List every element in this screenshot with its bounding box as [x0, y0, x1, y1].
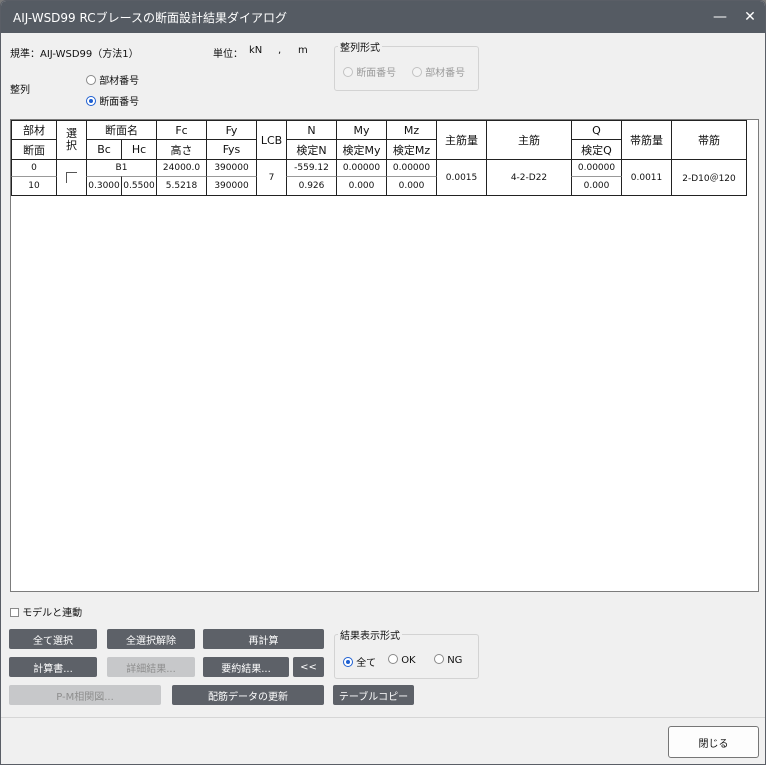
recalculate-button[interactable]: 再計算: [203, 629, 324, 649]
cell-hoop[interactable]: 2-D10＠120: [671, 159, 747, 196]
cell-bc[interactable]: 0.3000: [86, 176, 122, 196]
details-button[interactable]: 詳細結果...: [107, 657, 195, 677]
format-option-member-label: 部材番号: [425, 68, 466, 79]
header-fys[interactable]: Fys: [206, 139, 257, 160]
radio-selected-icon: [343, 657, 353, 667]
unit-force: kN: [249, 45, 263, 56]
pm-diagram-button[interactable]: P-M相関図...: [9, 685, 161, 705]
sort-label: 整列: [10, 85, 30, 96]
radio-icon: [388, 654, 398, 664]
radio-icon: [434, 654, 444, 664]
sort-format-title: 整列形式: [338, 39, 382, 54]
cell-hc[interactable]: 0.5500: [121, 176, 157, 196]
cell-hoop-ratio[interactable]: 0.0011: [621, 159, 672, 196]
filter-option-ok[interactable]: OK: [388, 654, 416, 666]
summary-button[interactable]: 要約結果...: [203, 657, 289, 677]
cell-section-name[interactable]: B1: [86, 159, 157, 177]
format-option-member[interactable]: 部材番号: [412, 64, 465, 79]
collapse-button[interactable]: <<: [293, 657, 324, 677]
minimize-icon[interactable]: —: [710, 7, 730, 27]
cell-my[interactable]: 0.00000: [336, 159, 387, 177]
radio-icon: [343, 67, 353, 77]
cell-check-q[interactable]: 0.000: [571, 176, 622, 196]
header-q[interactable]: Q: [571, 120, 622, 140]
unit-length: m: [298, 45, 308, 56]
header-section-name[interactable]: 断面名: [86, 120, 157, 140]
header-mz[interactable]: Mz: [386, 120, 437, 140]
header-main-rebar[interactable]: 主筋: [486, 120, 572, 160]
update-rebar-button[interactable]: 配筋データの更新: [172, 685, 324, 705]
header-check-mz[interactable]: 検定Mz: [386, 139, 437, 160]
header-lcb[interactable]: LCB: [256, 120, 287, 160]
cell-lcb[interactable]: 7: [256, 159, 287, 196]
radio-selected-icon: [86, 96, 96, 106]
header-fy[interactable]: Fy: [206, 120, 257, 140]
checkbox-icon: [10, 608, 19, 617]
standard-label: 規準：AIJ-WSD99（方法1）: [10, 49, 139, 60]
cell-member[interactable]: 0: [11, 159, 57, 177]
header-my[interactable]: My: [336, 120, 387, 140]
header-section[interactable]: 断面: [11, 139, 57, 160]
cell-check-n[interactable]: 0.926: [286, 176, 337, 196]
cell-fy[interactable]: 390000: [206, 159, 257, 177]
cell-main-rebar-ratio[interactable]: 0.0015: [436, 159, 487, 196]
header-check-q[interactable]: 検定Q: [571, 139, 622, 160]
header-fc[interactable]: Fc: [156, 120, 207, 140]
header-height[interactable]: 高さ: [156, 139, 207, 160]
cell-check-my[interactable]: 0.000: [336, 176, 387, 196]
cell-main-rebar[interactable]: 4-2-D22: [486, 159, 572, 196]
filter-option-all[interactable]: 全て: [343, 654, 376, 669]
header-main-rebar-ratio[interactable]: 主筋量: [436, 120, 487, 160]
unit-label: 単位：: [213, 49, 243, 60]
radio-icon: [86, 75, 96, 85]
dialog-window: AIJ-WSD99 RCブレースの断面設計結果ダイアログ — ✕ 規準：AIJ-…: [0, 0, 766, 765]
cell-q[interactable]: 0.00000: [571, 159, 622, 177]
header-check-n[interactable]: 検定N: [286, 139, 337, 160]
unit-separator: ,: [278, 45, 282, 56]
link-model-label: モデルと連動: [22, 608, 83, 619]
report-button[interactable]: 計算書...: [9, 657, 97, 677]
header-check-my[interactable]: 検定My: [336, 139, 387, 160]
filter-option-ok-label: OK: [401, 655, 416, 666]
title-bar[interactable]: AIJ-WSD99 RCブレースの断面設計結果ダイアログ — ✕: [1, 1, 765, 33]
filter-option-ng[interactable]: NG: [434, 654, 462, 666]
copy-table-button[interactable]: テーブルコピー: [333, 685, 414, 705]
header-n[interactable]: N: [286, 120, 337, 140]
radio-icon: [412, 67, 422, 77]
filter-option-ng-label: NG: [447, 655, 463, 666]
select-checkbox[interactable]: [66, 172, 77, 183]
cell-mz[interactable]: 0.00000: [386, 159, 437, 177]
cell-height[interactable]: 5.5218: [156, 176, 207, 196]
header-hoop[interactable]: 帯筋: [671, 120, 747, 160]
format-option-section[interactable]: 断面番号: [343, 64, 396, 79]
close-icon[interactable]: ✕: [740, 7, 760, 27]
sort-option-section[interactable]: 断面番号: [86, 93, 139, 108]
window-title: AIJ-WSD99 RCブレースの断面設計結果ダイアログ: [13, 11, 288, 25]
header-bc[interactable]: Bc: [86, 139, 122, 160]
header-select[interactable]: 選 択: [56, 120, 87, 160]
sort-option-member-label: 部材番号: [99, 76, 140, 87]
filter-option-all-label: 全て: [356, 658, 377, 669]
sort-option-member[interactable]: 部材番号: [86, 72, 139, 87]
select-all-button[interactable]: 全て選択: [9, 629, 97, 649]
close-button[interactable]: 閉じる: [668, 726, 759, 758]
cell-select[interactable]: [56, 159, 87, 196]
cell-check-mz[interactable]: 0.000: [386, 176, 437, 196]
sort-option-section-label: 断面番号: [99, 97, 140, 108]
footer-divider: [1, 717, 765, 718]
link-model-checkbox[interactable]: モデルと連動: [10, 604, 82, 619]
result-filter-title: 結果表示形式: [338, 627, 402, 642]
format-option-section-label: 断面番号: [356, 68, 397, 79]
cell-fc[interactable]: 24000.0: [156, 159, 207, 177]
cell-section[interactable]: 10: [11, 176, 57, 196]
header-hoop-ratio[interactable]: 帯筋量: [621, 120, 672, 160]
results-grid[interactable]: 部材 選 択 断面名 Fc Fy LCB N My Mz 主筋量 主筋 Q 帯筋…: [10, 119, 759, 592]
deselect-all-button[interactable]: 全選択解除: [107, 629, 195, 649]
header-member[interactable]: 部材: [11, 120, 57, 140]
header-hc[interactable]: Hc: [121, 139, 157, 160]
cell-n[interactable]: -559.12: [286, 159, 337, 177]
cell-fys[interactable]: 390000: [206, 176, 257, 196]
